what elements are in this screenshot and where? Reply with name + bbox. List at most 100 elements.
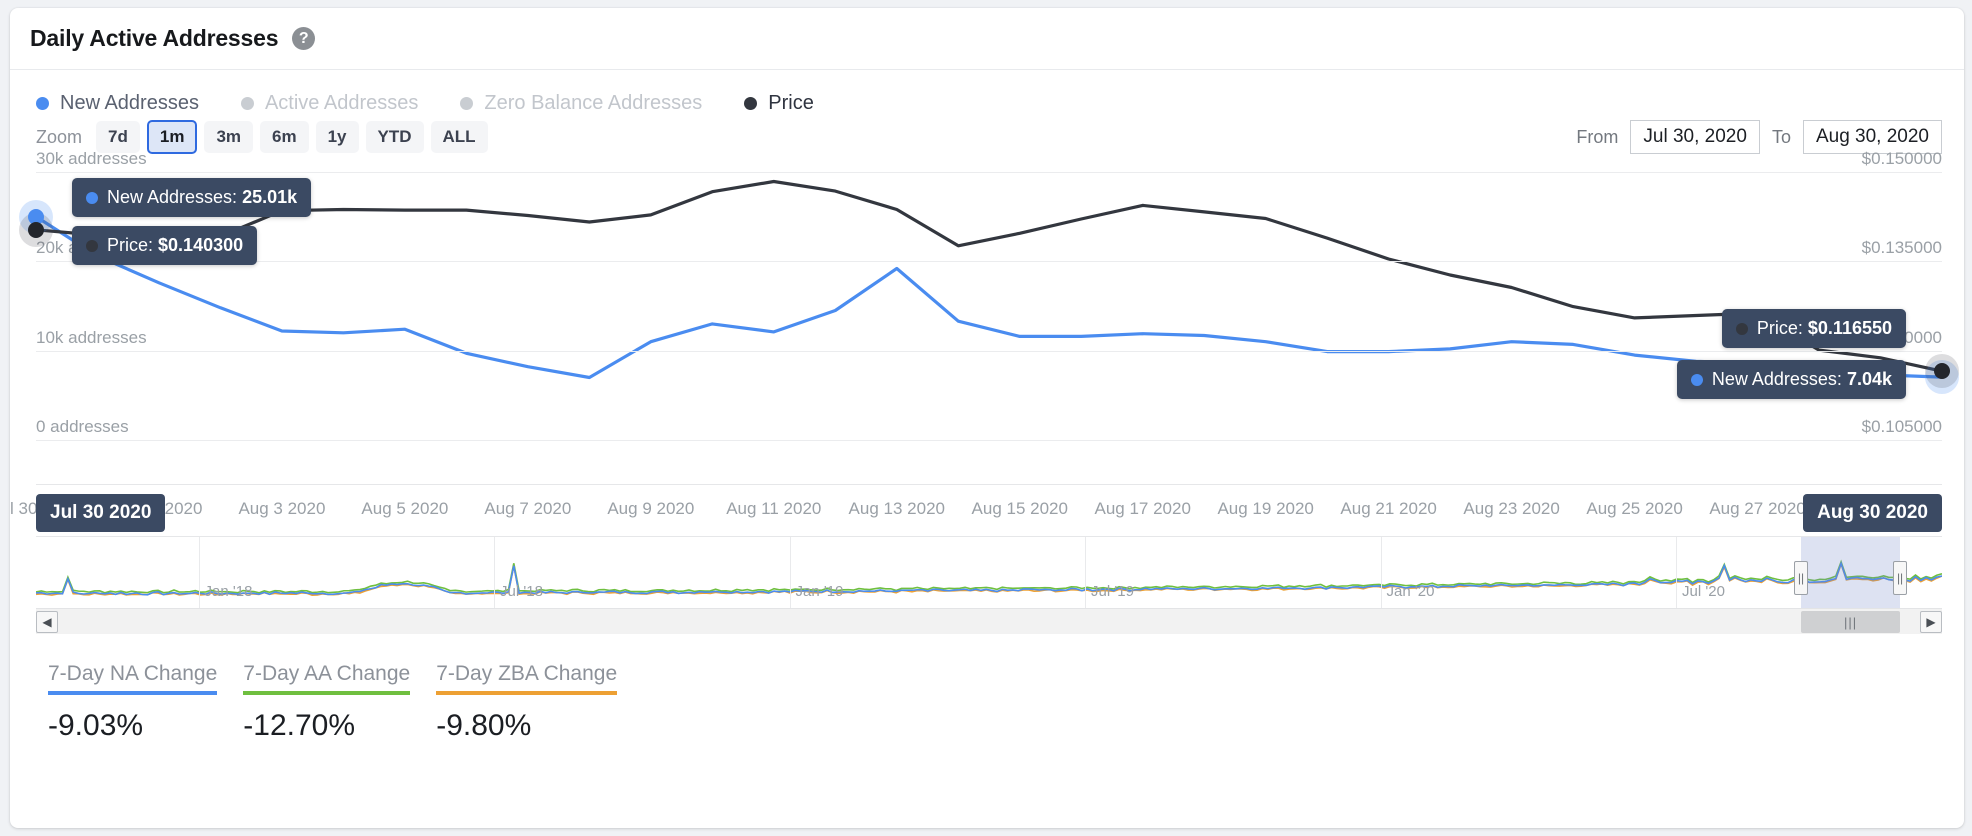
zoom-button-3m[interactable]: 3m (204, 121, 254, 153)
stat-block: 7-Day NA Change -9.03% (48, 662, 218, 743)
chart-controls: Zoom 7d 1m 3m 6m 1y YTD ALL From Jul 30, 2020 … (10, 114, 1964, 160)
zoom-label: Zoom (36, 126, 83, 147)
navigator-tick-label: Jul '18 (500, 583, 543, 600)
page-title: Daily Active Addresses (30, 25, 279, 51)
right-marker-price (1934, 363, 1950, 380)
x-axis-tick: Aug 21 2020 (1340, 499, 1437, 518)
navigator-gridline (1676, 537, 1678, 608)
y-axis-right-tick: $0.135000 (1861, 238, 1942, 258)
x-axis-tick: Aug 11 2020 (726, 499, 822, 518)
x-axis-tick: Aug 15 2020 (971, 499, 1068, 518)
tooltip-value: $0.140300 (158, 235, 244, 255)
y-axis-right-tick: $0.150000 (1861, 149, 1942, 168)
x-axis-tick: Aug 13 2020 (848, 499, 945, 518)
tooltip-value: 7.04k (1846, 369, 1892, 389)
tooltip-price-left: Price: $0.140300 (72, 226, 258, 265)
y-axis-left-tick: 10k addresses (36, 327, 147, 347)
chart-lines (36, 164, 1942, 484)
legend-item-label: New Addresses (60, 91, 199, 114)
to-label: To (1771, 126, 1791, 147)
x-axis-tooltip-end: Aug 30 2020 (1803, 494, 1942, 532)
x-axis-tick: Aug 19 2020 (1217, 499, 1314, 518)
legend-item-label: Active Addresses (264, 91, 419, 114)
zoom-button-ytd[interactable]: YTD (365, 121, 424, 153)
gridline (36, 172, 1942, 173)
stat-value: -9.80% (436, 709, 532, 742)
navigator-handle-left[interactable]: || (1793, 561, 1808, 595)
chart-legend: New Addresses Active Addresses Zero Balanc… (10, 70, 1964, 114)
tooltip-label: Price: (1756, 318, 1803, 338)
navigator-selected-range[interactable] (1800, 537, 1901, 608)
legend-item-new-addresses[interactable]: New Addresses (36, 92, 199, 115)
summary-stats: 7-Day NA Change -9.03% 7-Day AA Change -12.… (10, 634, 1964, 743)
stat-label: 7-Day AA Change (243, 662, 411, 695)
legend-item-zero-balance-addresses[interactable]: Zero Balance Addresses (460, 92, 702, 115)
scrollbar-left-arrow-icon[interactable]: ◀ (36, 611, 58, 633)
x-axis-tick: Aug 17 2020 (1094, 499, 1191, 518)
x-axis-tick: Aug 5 2020 (361, 499, 449, 518)
gridline (36, 440, 1942, 441)
tooltip-price-right: Price: $0.116550 (1721, 309, 1906, 348)
zoom-button-all[interactable]: ALL (430, 121, 488, 153)
scrollbar-right-arrow-icon[interactable]: ▶ (1920, 611, 1942, 633)
navigator-gridline (789, 537, 791, 608)
chart-plot-area[interactable]: New Addresses: 25.01k Price: $0.140300 P… (19, 149, 1959, 484)
x-axis-tooltip-start: Jul 30 2020 (36, 494, 166, 532)
navigator-gridline (198, 537, 200, 608)
x-axis-tick: Aug 25 2020 (1586, 499, 1683, 518)
navigator-tick-label: Jul '19 (1091, 583, 1134, 600)
navigator-gridline (494, 537, 496, 608)
stat-value: -12.70% (243, 709, 356, 742)
navigator-tick-label: Jul '20 (1682, 583, 1725, 600)
legend-item-price[interactable]: Price (744, 92, 814, 115)
legend-item-active-addresses[interactable]: Active Addresses (240, 91, 419, 115)
legend-dot-icon (744, 96, 758, 110)
tooltip-label: New Addresses: (1711, 369, 1842, 389)
left-marker-price (28, 221, 44, 238)
zoom-button-1y[interactable]: 1y (315, 121, 359, 153)
stat-block: 7-Day ZBA Change -9.80% (436, 662, 618, 743)
x-axis-line (36, 484, 1942, 485)
tooltip-value: 25.01k (242, 187, 298, 207)
gridline (36, 261, 1942, 263)
stat-label: 7-Day ZBA Change (436, 662, 618, 695)
zoom-button-6m[interactable]: 6m (260, 121, 309, 153)
y-axis-left-tick: 30k addresses (36, 149, 147, 168)
y-axis-left-tick: 0 addresses (36, 417, 129, 436)
tooltip-label: New Addresses: (107, 187, 238, 207)
navigator-sparklines (36, 537, 1942, 608)
legend-dot-icon (240, 96, 254, 110)
card-header: Daily Active Addresses ? (10, 8, 1964, 70)
tooltip-new-addresses-left: New Addresses: 25.01k (72, 178, 312, 217)
series-line-price (36, 182, 1942, 372)
stat-label: 7-Day NA Change (48, 662, 218, 695)
legend-item-label: Price (768, 91, 814, 114)
legend-dot-icon (460, 96, 474, 110)
series-line-new-addresses (36, 217, 1942, 382)
tooltip-new-addresses-right: New Addresses: 7.04k (1676, 360, 1906, 399)
navigator-gridline (1085, 537, 1087, 608)
tooltip-label: Price: (107, 235, 154, 255)
y-axis-right-tick: $0.105000 (1861, 417, 1942, 436)
navigator-tick-label: Jan '18 (204, 583, 253, 600)
range-navigator[interactable]: Jan '18 Jul '18 Jan '19 Jul '19 Jan '20 Jul '… (36, 536, 1942, 608)
x-axis-tick: Aug 9 2020 (607, 499, 695, 518)
from-label: From (1576, 126, 1619, 147)
navigator-tick-label: Jan '19 (795, 583, 844, 600)
from-date-input[interactable]: Jul 30, 2020 (1630, 120, 1760, 154)
question-mark-icon[interactable]: ? (292, 27, 316, 50)
navigator-gridline (1380, 537, 1382, 608)
navigator-handle-right[interactable]: || (1893, 561, 1908, 595)
scrollbar-thumb[interactable]: ||| (1800, 611, 1901, 633)
tooltip-value: $0.116550 (1807, 318, 1892, 338)
navigator-scrollbar[interactable]: ◀ ▶ ||| (36, 608, 1942, 634)
navigator-sparkline (36, 562, 1942, 593)
stat-value: -9.03% (48, 709, 144, 742)
gridline (36, 350, 1942, 352)
x-axis-tick: Aug 27 2020 (1709, 499, 1806, 518)
legend-item-label: Zero Balance Addresses (484, 91, 703, 114)
stat-block: 7-Day AA Change -12.70% (243, 662, 411, 743)
x-axis-tick: Aug 7 2020 (484, 499, 572, 518)
zoom-button-1m[interactable]: 1m (146, 120, 198, 154)
legend-dot-icon (36, 96, 49, 110)
